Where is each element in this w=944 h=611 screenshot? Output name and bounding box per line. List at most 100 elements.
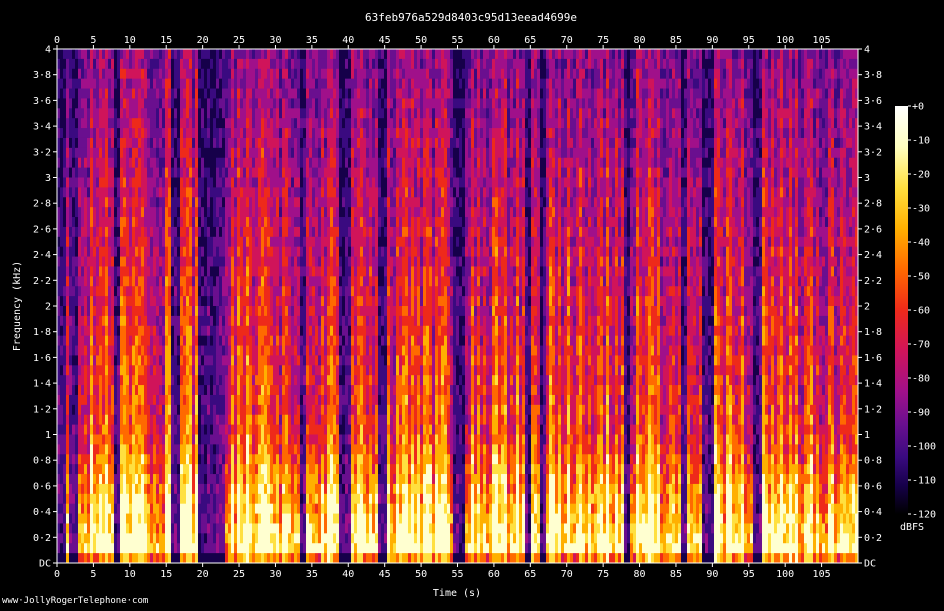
spectrogram-cell	[174, 493, 178, 505]
spectrogram-cell	[84, 404, 88, 416]
spectrogram-cell	[171, 118, 175, 129]
spectrogram-cell	[309, 246, 313, 258]
spectrogram-cell	[96, 177, 100, 188]
spectrogram-cell	[246, 315, 250, 327]
spectrogram-cell	[216, 68, 220, 80]
spectrogram-cell	[102, 553, 106, 563]
spectrogram-cell	[66, 355, 70, 366]
spectrogram-cell	[162, 217, 166, 228]
spectrogram-cell	[87, 553, 91, 563]
spectrogram-cell	[183, 266, 187, 277]
spectrogram-cell	[129, 207, 133, 218]
spectrogram-cell	[276, 375, 280, 386]
spectrogram-cell	[255, 108, 259, 119]
spectrogram-cell	[213, 88, 217, 99]
spectrogram-cell	[294, 266, 298, 277]
spectrogram-cell	[285, 207, 289, 218]
spectrogram-cell	[66, 454, 70, 465]
spectrogram-cell	[216, 503, 220, 515]
spectrogram-cell	[225, 276, 229, 287]
spectrogram-cell	[321, 68, 325, 80]
spectrogram-cell	[273, 167, 277, 178]
spectrogram-cell	[69, 256, 73, 267]
spectrogram-cell	[93, 513, 97, 524]
spectrogram-cell	[72, 108, 76, 119]
spectrogram-cell	[174, 157, 178, 169]
spectrogram-cell	[75, 493, 79, 505]
spectrogram-cell	[282, 276, 286, 287]
spectrogram-cell	[249, 414, 253, 426]
spectrogram-cell	[306, 375, 310, 386]
spectrogram-cell	[123, 58, 127, 70]
spectrogram-cell	[210, 335, 214, 347]
spectrogram-cell	[291, 246, 295, 258]
spectrogram-cell	[327, 434, 331, 445]
spectrogram-cell	[288, 404, 292, 416]
spectrogram-cell	[294, 157, 298, 169]
spectrogram-cell	[231, 256, 235, 267]
spectrogram-cell	[108, 187, 112, 198]
spectrogram-cell	[270, 49, 274, 60]
spectrogram-cell	[156, 286, 160, 297]
spectrogram-cell	[123, 553, 127, 563]
spectrogram-cell	[171, 266, 175, 277]
spectrogram-cell	[222, 464, 226, 475]
spectrogram-cell	[288, 483, 292, 495]
spectrogram-cell	[339, 256, 343, 267]
spectrogram-cell	[75, 78, 79, 90]
spectrogram-cell	[186, 167, 190, 178]
spectrogram-cell	[288, 414, 292, 426]
spectrogram-cell	[324, 276, 328, 287]
spectrogram-cell	[324, 207, 328, 218]
spectrogram-cell	[255, 88, 259, 99]
spectrogram-cell	[153, 385, 157, 396]
spectrogram-cell	[156, 49, 160, 60]
spectrogram-cell	[339, 414, 343, 426]
spectrogram-cell	[132, 424, 136, 435]
spectrogram-cell	[57, 375, 61, 386]
spectrogram-cell	[234, 434, 238, 445]
spectrogram-cell	[321, 128, 325, 139]
spectrogram-cell	[93, 444, 97, 455]
spectrogram-cell	[114, 365, 118, 376]
spectrogram-cell	[165, 108, 169, 119]
spectrogram-cell	[246, 256, 250, 267]
spectrogram-cell	[264, 68, 268, 80]
spectrogram-cell	[321, 177, 325, 188]
spectrogram-cell	[144, 137, 148, 149]
spectrogram-cell	[129, 306, 133, 317]
spectrogram-cell	[252, 444, 256, 455]
spectrogram-cell	[99, 335, 103, 347]
spectrogram-cell	[168, 523, 172, 534]
spectrogram-cell	[189, 414, 193, 426]
spectrogram-cell	[270, 197, 274, 208]
spectrogram-cell	[216, 246, 220, 258]
spectrogram-cell	[180, 217, 184, 228]
spectrogram-cell	[282, 533, 286, 544]
spectrogram-cell	[153, 454, 157, 465]
spectrogram-cell	[324, 325, 328, 337]
spectrogram-cell	[57, 226, 61, 238]
spectrogram-cell	[93, 325, 97, 337]
spectrogram-cell	[246, 375, 250, 386]
spectrogram-cell	[246, 444, 250, 455]
spectrogram-cell	[147, 424, 151, 435]
spectrogram-cell	[303, 375, 307, 386]
spectrogram-cell	[288, 108, 292, 119]
spectrogram-cell	[249, 375, 253, 386]
spectrogram-cell	[249, 128, 253, 139]
spectrogram-cell	[279, 404, 283, 416]
spectrogram-cell	[87, 385, 91, 396]
spectrogram-cell	[297, 503, 301, 515]
spectrogram-cell	[63, 226, 67, 238]
spectrogram-cell	[72, 493, 76, 505]
spectrogram-cell	[258, 503, 262, 515]
spectrogram-cell	[120, 226, 124, 238]
spectrogram-cell	[84, 147, 88, 159]
spectrogram-cell	[342, 246, 346, 258]
spectrogram-cell	[165, 187, 169, 198]
spectrogram-cell	[240, 424, 244, 435]
spectrogram-cell	[147, 58, 151, 70]
spectrogram-cell	[84, 98, 88, 109]
spectrogram-cell	[165, 375, 169, 386]
